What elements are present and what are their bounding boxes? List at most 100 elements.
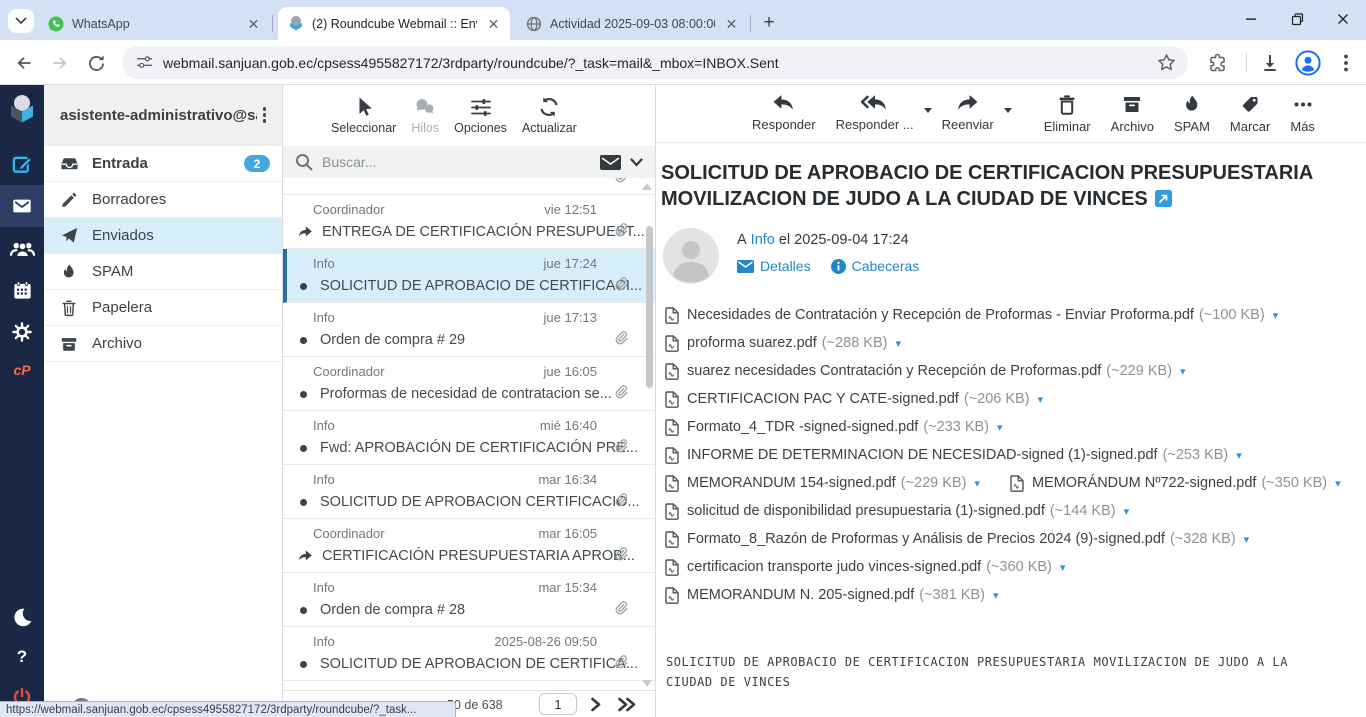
address-bar[interactable]: webmail.sanjuan.gob.ec/cpsess4955827172/… [122, 46, 1188, 79]
reload-button[interactable] [84, 51, 108, 75]
attachment-item[interactable]: MEMORANDUM N. 205-signed.pdf(~381 KB)▾ [665, 587, 998, 604]
rail-help-button[interactable]: ? [0, 637, 44, 677]
message-row[interactable]: Coordinadorvie 12:51 ENTREGA DE CERTIFIC… [283, 195, 655, 249]
rail-darkmode-button[interactable] [0, 597, 44, 637]
window-restore-button[interactable] [1274, 0, 1320, 38]
search-scope-mail-icon[interactable] [600, 155, 621, 170]
tab-actividad[interactable]: Actividad 2025-09-03 08:00:00 ✕ [516, 7, 748, 40]
tab-close-icon[interactable]: ✕ [723, 15, 740, 32]
attachment-menu-caret[interactable]: ▾ [1335, 477, 1341, 490]
rail-contacts-button[interactable] [0, 227, 44, 269]
delete-button[interactable]: Eliminar [1034, 94, 1101, 134]
scroll-down-arrow[interactable] [642, 680, 652, 687]
more-button[interactable]: Más [1280, 94, 1325, 134]
window-minimize-button[interactable] [1228, 0, 1274, 38]
attachment-menu-caret[interactable]: ▾ [1060, 561, 1066, 574]
reply-dropdown-caret[interactable] [924, 108, 932, 113]
message-row-selected[interactable]: Infojue 17:24 SOLICITUD DE APROBACIO DE … [283, 249, 655, 303]
open-in-new-window-icon[interactable] [1155, 188, 1172, 214]
attachment-item[interactable]: solicitud de disponibilidad presupuestar… [665, 503, 1129, 520]
sidebar-item-papelera[interactable]: Papelera [44, 289, 282, 325]
attachment-item[interactable]: Formato_4_TDR -signed-signed.pdf(~233 KB… [665, 419, 1003, 436]
forward-dropdown-caret[interactable] [1004, 108, 1012, 113]
attachment-menu-caret[interactable]: ▾ [1038, 393, 1044, 406]
message-row[interactable]: Info2025-08-26 09:50 SOLICITUD DE APROBA… [283, 627, 655, 681]
forward-mail-button[interactable]: Reenviar [932, 94, 1004, 132]
tab-search-button[interactable] [8, 9, 34, 33]
message-row[interactable]: Solicitud de aprobación de los documento… [283, 178, 655, 195]
mark-button[interactable]: Marcar [1220, 94, 1280, 134]
extensions-button[interactable] [1206, 51, 1230, 75]
forward-button[interactable] [48, 51, 72, 75]
window-close-button[interactable] [1320, 0, 1366, 38]
new-tab-button[interactable]: + [756, 10, 782, 36]
last-page-button[interactable] [617, 697, 637, 717]
profile-button[interactable] [1294, 49, 1322, 77]
rail-mail-button[interactable] [0, 185, 44, 227]
attachment-menu-caret[interactable]: ▾ [895, 337, 901, 350]
attachment-item[interactable]: Necesidades de Contratación y Recepción … [665, 307, 1278, 324]
message-row[interactable]: Infomar 16:34 SOLICITUD DE APROBACION CE… [283, 465, 655, 519]
select-button[interactable]: Seleccionar [331, 96, 396, 135]
attachment-menu-caret[interactable]: ▾ [1180, 365, 1186, 378]
sidebar-item-enviados[interactable]: Enviados [44, 217, 282, 253]
search-options-chevron-icon[interactable] [630, 158, 643, 167]
sidebar-item-borradores[interactable]: Borradores [44, 181, 282, 217]
tab-close-icon[interactable]: ✕ [485, 15, 502, 32]
tab-roundcube[interactable]: (2) Roundcube Webmail :: Envia ✕ [278, 7, 510, 40]
attachment-menu-caret[interactable]: ▾ [1273, 309, 1279, 322]
url-text[interactable]: webmail.sanjuan.gob.ec/cpsess4955827172/… [163, 55, 1157, 71]
rail-settings-button[interactable] [0, 311, 44, 353]
downloads-button[interactable] [1258, 51, 1282, 75]
tab-close-icon[interactable]: ✕ [245, 15, 262, 32]
next-page-button[interactable] [590, 697, 602, 717]
sidebar-item-entrada[interactable]: Entrada 2 [44, 145, 282, 181]
attachment-item[interactable]: suarez necesidades Contratación y Recepc… [665, 363, 1186, 380]
sidebar-item-spam[interactable]: SPAM [44, 253, 282, 289]
attachment-item[interactable]: MEMORANDUM 154-signed.pdf(~229 KB)▾ [665, 475, 980, 492]
message-row[interactable]: Infomar 15:34 Orden de compra # 28 [283, 573, 655, 627]
recipient-link[interactable]: Info [751, 232, 775, 248]
reply-button[interactable]: Responder [742, 94, 826, 132]
rail-cpanel-button[interactable]: cP [0, 353, 44, 387]
attachment-paperclip-icon [613, 546, 629, 567]
archive-button[interactable]: Archivo [1101, 94, 1164, 134]
sidebar-item-archivo[interactable]: Archivo [44, 325, 282, 361]
attachment-menu-caret[interactable]: ▾ [1244, 533, 1250, 546]
message-row[interactable]: Coordinadormar 16:05 CERTIFICACIÓN PRESU… [283, 519, 655, 573]
attachment-item[interactable]: MEMORÁNDUM Nº722-signed.pdf(~350 KB)▾ [1010, 475, 1341, 492]
attachment-item[interactable]: Formato_8_Razón de Proformas y Análisis … [665, 531, 1249, 548]
account-menu-icon[interactable] [257, 103, 273, 127]
attachment-menu-caret[interactable]: ▾ [993, 589, 999, 602]
refresh-button[interactable]: Actualizar [522, 96, 577, 135]
attachment-menu-caret[interactable]: ▾ [1124, 505, 1130, 518]
rail-calendar-button[interactable] [0, 269, 44, 311]
account-header[interactable]: asistente-administrativo@sa... [44, 85, 282, 145]
browser-menu-button[interactable] [1334, 51, 1358, 75]
search-input[interactable] [322, 154, 591, 170]
attachment-item[interactable]: CERTIFICACION PAC Y CATE-signed.pdf(~206… [665, 391, 1043, 408]
attachment-item[interactable]: certificacion transporte judo vinces-sig… [665, 559, 1065, 576]
reply-all-button[interactable]: Responder ... [826, 94, 924, 132]
headers-link[interactable]: Cabeceras [831, 258, 920, 274]
message-row[interactable]: Coordinadorjue 16:05 Proformas de necesi… [283, 357, 655, 411]
rail-compose-button[interactable] [0, 143, 44, 185]
back-button[interactable] [12, 51, 36, 75]
scroll-up-arrow[interactable] [642, 183, 652, 190]
tab-whatsapp[interactable]: WhatsApp ✕ [38, 7, 270, 40]
list-options-button[interactable]: Opciones [454, 97, 507, 135]
roundcube-logo[interactable] [0, 85, 44, 131]
attachment-menu-caret[interactable]: ▾ [997, 421, 1003, 434]
attachment-item[interactable]: INFORME DE DETERMINACION DE NECESIDAD-si… [665, 447, 1242, 464]
bookmark-star-icon[interactable] [1157, 53, 1176, 72]
attachment-item[interactable]: proforma suarez.pdf(~288 KB)▾ [665, 335, 901, 352]
message-row[interactable]: Infojue 17:13 Orden de compra # 29 [283, 303, 655, 357]
attachment-menu-caret[interactable]: ▾ [1236, 449, 1242, 462]
details-link[interactable]: Detalles [737, 258, 811, 274]
attachment-menu-caret[interactable]: ▾ [974, 477, 980, 490]
threads-button[interactable]: Hilos [411, 97, 439, 135]
message-row[interactable]: Infomié 16:40 Fwd: APROBACIÓN DE CERTIFI… [283, 411, 655, 465]
spam-button[interactable]: SPAM [1164, 94, 1220, 134]
list-scrollbar-thumb[interactable] [646, 226, 653, 388]
page-number-input[interactable] [539, 693, 577, 715]
